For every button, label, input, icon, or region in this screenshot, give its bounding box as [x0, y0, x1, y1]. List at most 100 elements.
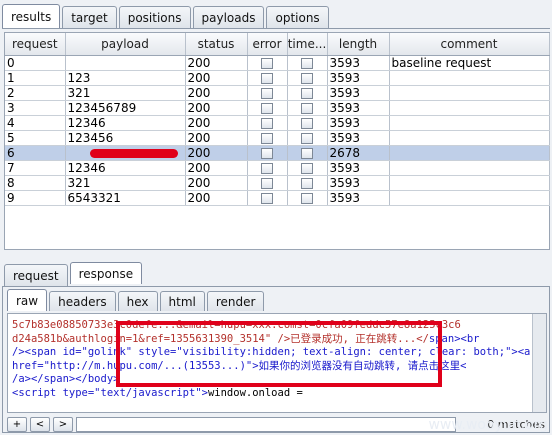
cell-error	[247, 55, 288, 71]
checkbox	[301, 57, 313, 69]
column-header-comment[interactable]: comment	[389, 33, 550, 56]
cell-payload: 123456789	[65, 100, 186, 116]
checkbox	[261, 102, 273, 114]
table-row[interactable]: 6 200 2678	[5, 145, 550, 161]
cell-error	[247, 115, 288, 131]
cell-status: 200	[185, 100, 248, 116]
editor-line: <script type="text/javascript">	[12, 386, 208, 399]
cell-payload: 321	[65, 175, 186, 191]
cell-comment: baseline request	[389, 55, 550, 71]
table-row[interactable]: 3 123456789 200 3593	[5, 100, 550, 116]
table-row[interactable]: 7 12346 200 3593	[5, 160, 550, 176]
cell-error	[247, 100, 288, 116]
cell-payload: 123	[65, 70, 186, 86]
cell-error	[247, 130, 288, 146]
checkbox	[261, 177, 273, 189]
table-row[interactable]: 2 321 200 3593	[5, 85, 550, 101]
tab-target[interactable]: target	[62, 6, 117, 28]
cell-status: 200	[185, 115, 248, 131]
tab-payloads[interactable]: payloads	[192, 6, 265, 28]
column-header-payload[interactable]: payload	[65, 33, 186, 56]
cell-request: 4	[5, 115, 66, 131]
plus-button[interactable]: +	[7, 416, 27, 432]
tab-results[interactable]: results	[2, 4, 61, 28]
checkbox	[261, 132, 273, 144]
cell-payload: 12346	[65, 160, 186, 176]
next-button[interactable]: >	[53, 416, 73, 432]
editor-line: /><span id="golink" style="visibility:hi…	[12, 346, 531, 358]
checkbox	[301, 147, 313, 159]
table-row[interactable]: 0 200 3593 baseline request	[5, 55, 550, 71]
tab-raw[interactable]: raw	[7, 289, 48, 311]
cell-request: 0	[5, 55, 66, 71]
cell-payload: 321	[65, 85, 186, 101]
tab-html[interactable]: html	[159, 291, 205, 311]
cell-comment	[389, 190, 550, 206]
checkbox	[301, 102, 313, 114]
column-header-timeout[interactable]: time...	[287, 33, 328, 56]
cell-status: 200	[185, 160, 248, 176]
table-row[interactable]: 9 6543321 200 3593	[5, 190, 550, 206]
table-row[interactable]: 1 123 200 3593	[5, 70, 550, 86]
editor-line: 5c7b83e08850733e3c0defe...&email=hupu=xx…	[12, 319, 461, 331]
column-header-request[interactable]: request	[5, 33, 66, 56]
table-row[interactable]: 5 123456 200 3593	[5, 130, 550, 146]
checkbox	[301, 117, 313, 129]
cell-comment	[389, 160, 550, 176]
checkbox	[261, 72, 273, 84]
response-view-tabs: raw headers hex html render	[7, 289, 265, 311]
cell-payload: 12346	[65, 115, 186, 131]
cell-error	[247, 145, 288, 161]
tab-request[interactable]: request	[4, 264, 68, 286]
results-rows: 0 200 3593 baseline request 1 123 200 3593 2 321 2…	[5, 55, 550, 206]
editor-scrollbar[interactable]	[532, 314, 546, 412]
cell-request: 5	[5, 130, 66, 146]
checkbox	[301, 132, 313, 144]
search-input[interactable]	[76, 416, 456, 432]
cell-length: 3593	[327, 190, 390, 206]
tab-headers[interactable]: headers	[49, 291, 116, 311]
redaction-mark	[89, 148, 178, 158]
cell-length: 3593	[327, 85, 390, 101]
cell-error	[247, 85, 288, 101]
column-header-length[interactable]: length	[327, 33, 390, 56]
column-header-error[interactable]: error	[247, 33, 288, 56]
editor-line: /a></span></body>	[12, 373, 120, 385]
cell-timeout	[287, 115, 328, 131]
tab-render[interactable]: render	[206, 291, 265, 311]
response-raw-editor[interactable]: 5c7b83e08850733e3c0defe...&email=hupu=xx…	[7, 313, 547, 413]
table-row[interactable]: 8 321 200 3593	[5, 175, 550, 191]
cell-length: 3593	[327, 70, 390, 86]
results-grid: request payload status error time... len…	[5, 33, 550, 206]
cell-payload: 6543321	[65, 190, 186, 206]
cell-error	[247, 190, 288, 206]
checkbox	[301, 72, 313, 84]
cell-status: 200	[185, 190, 248, 206]
cell-length: 3593	[327, 100, 390, 116]
results-table: request payload status error time... len…	[4, 32, 550, 250]
cell-length: 3593	[327, 55, 390, 71]
cell-timeout	[287, 55, 328, 71]
cell-status: 200	[185, 70, 248, 86]
cell-timeout	[287, 190, 328, 206]
cell-status: 200	[185, 175, 248, 191]
table-row[interactable]: 4 12346 200 3593	[5, 115, 550, 131]
cell-length: 2678	[327, 145, 390, 161]
checkbox	[301, 177, 313, 189]
request-response-tab-bar: request response	[4, 262, 143, 286]
tab-positions[interactable]: positions	[118, 6, 191, 28]
cell-status: 200	[185, 130, 248, 146]
checkbox	[261, 87, 273, 99]
checkbox	[301, 162, 313, 174]
cell-comment	[389, 175, 550, 191]
previous-button[interactable]: <	[30, 416, 50, 432]
top-tab-bar: results target positions payloads option…	[2, 4, 329, 28]
checkbox	[261, 117, 273, 129]
tab-options[interactable]: options	[266, 6, 329, 28]
tab-hex[interactable]: hex	[117, 291, 158, 311]
column-header-status[interactable]: status	[185, 33, 248, 56]
cell-status: 200	[185, 55, 248, 71]
editor-token: span	[428, 332, 455, 345]
tab-response[interactable]: response	[69, 262, 143, 284]
cell-timeout	[287, 160, 328, 176]
